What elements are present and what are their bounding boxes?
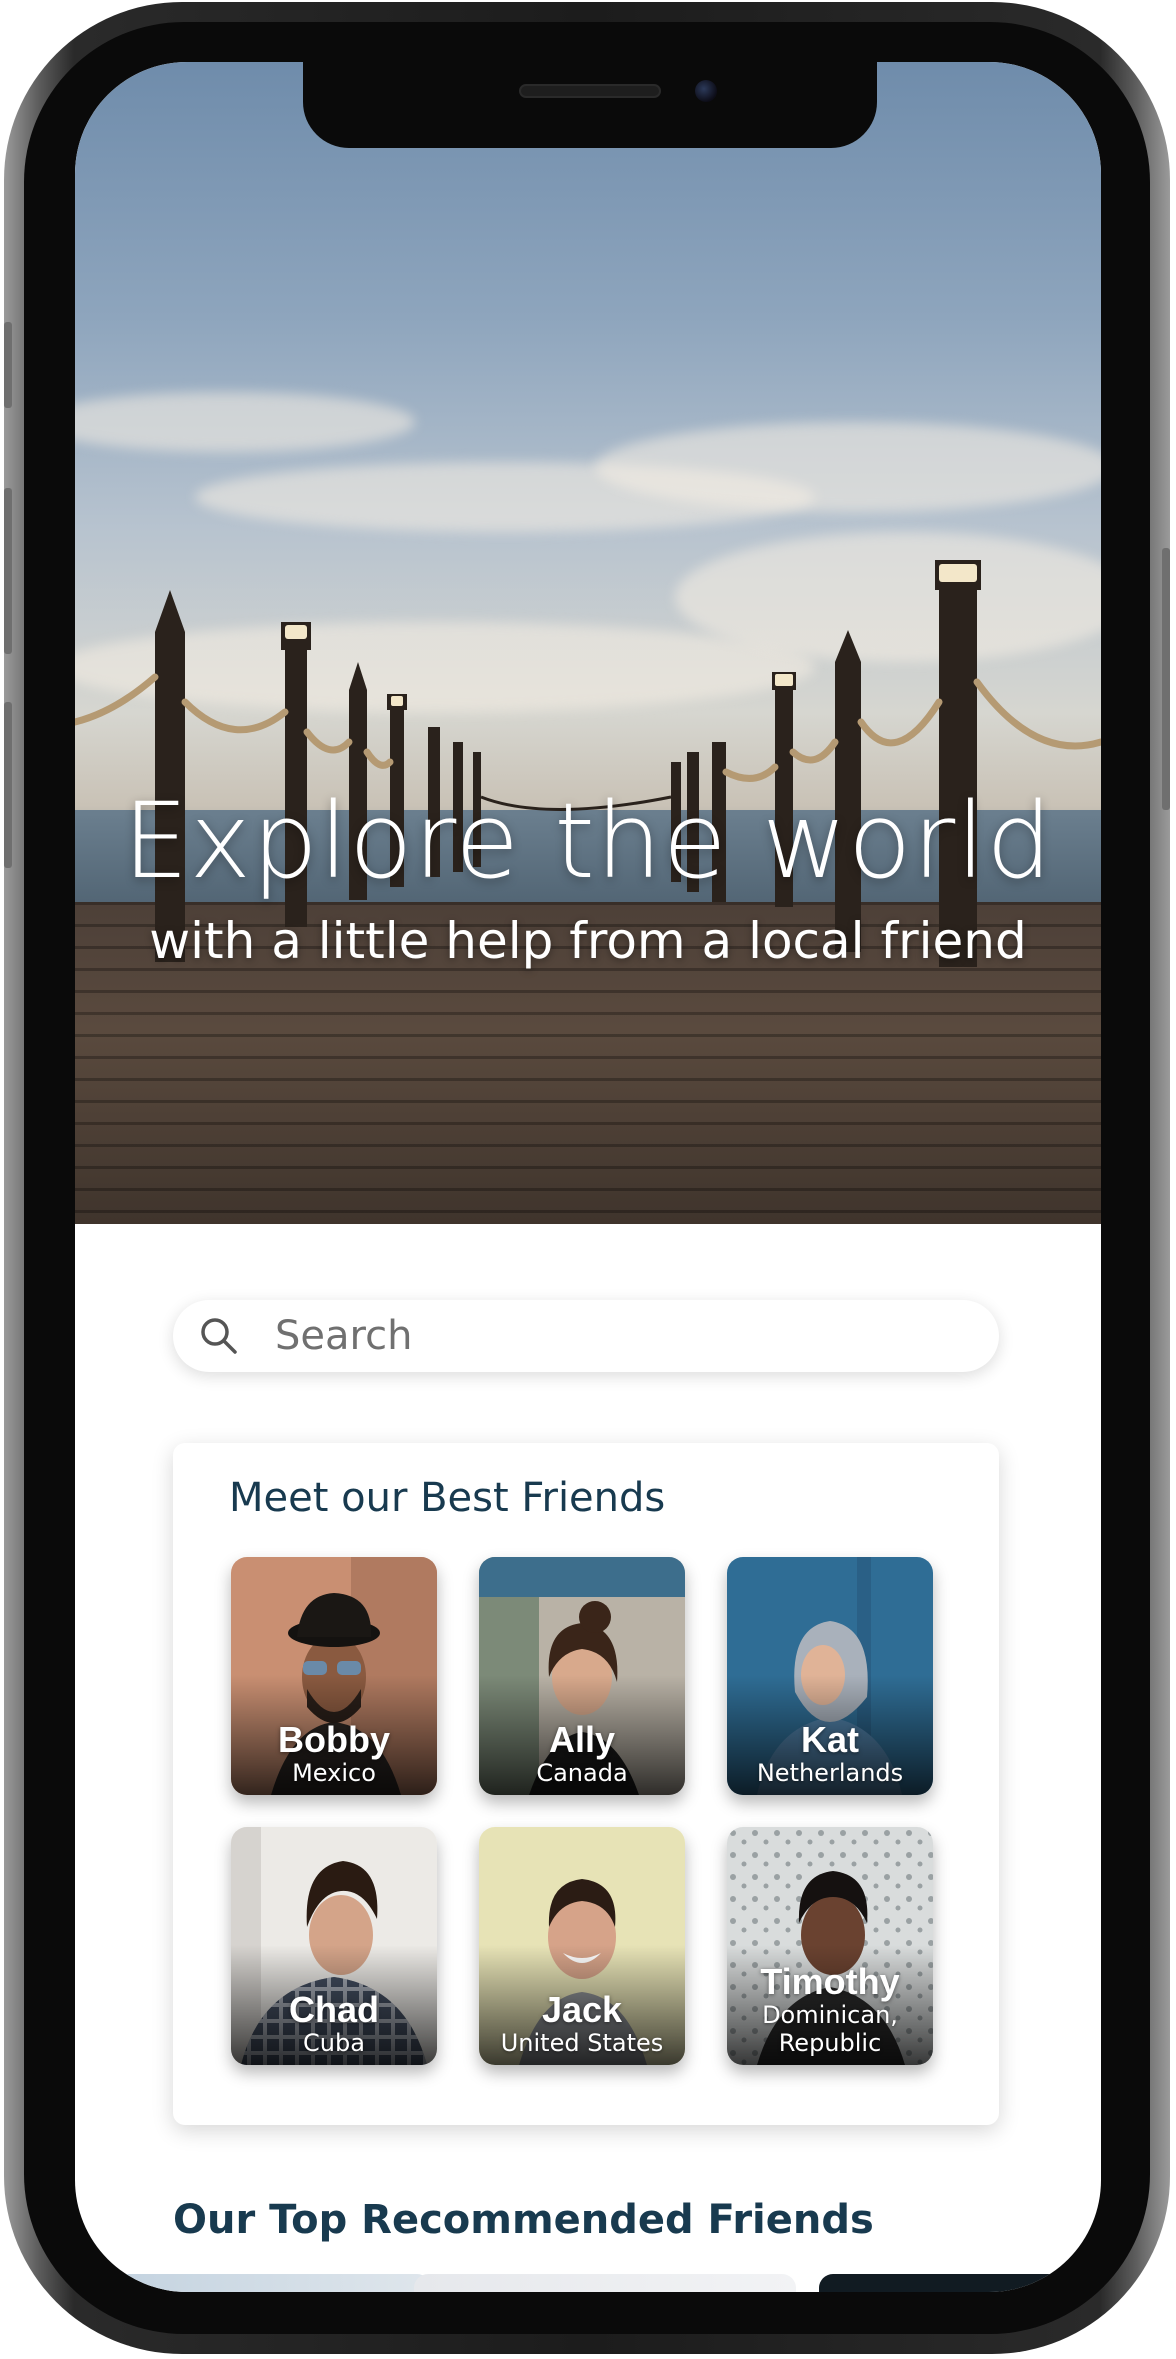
- friend-card-ally[interactable]: Ally Canada: [479, 1557, 685, 1795]
- recommended-card[interactable]: [819, 2274, 1101, 2292]
- search-icon: [201, 1318, 237, 1354]
- recommended-title: Our Top Recommended Friends: [173, 2197, 874, 2243]
- friend-caption: Timothy Dominican, Republic: [727, 1961, 933, 2058]
- friend-country: Cuba: [303, 2029, 365, 2057]
- friend-card-chad[interactable]: Chad Cuba: [231, 1827, 437, 2065]
- recommended-card[interactable]: [414, 2274, 796, 2292]
- friend-caption: Chad Cuba: [231, 1989, 437, 2058]
- friend-caption: Bobby Mexico: [231, 1719, 437, 1788]
- friend-name: Chad: [289, 1989, 379, 2030]
- friend-name: Jack: [541, 1989, 623, 2030]
- power-button: [1162, 548, 1170, 810]
- friend-country: Mexico: [292, 1759, 376, 1787]
- app-screen: Explore the world with a little help fro…: [75, 62, 1101, 2292]
- friend-name: Ally: [548, 1719, 616, 1760]
- hero-banner: Explore the world with a little help fro…: [75, 62, 1101, 1224]
- hero-subtitle: with a little help from a local friend: [149, 912, 1027, 970]
- best-friends-card: Meet our Best Friends Bobby Mexico Ally …: [173, 1443, 999, 2125]
- hero-title: Explore the world: [122, 780, 1054, 902]
- friend-card-jack[interactable]: Jack United States: [479, 1827, 685, 2065]
- friend-name: Timothy: [760, 1961, 900, 2002]
- front-camera: [695, 80, 717, 102]
- search-bar[interactable]: [173, 1300, 999, 1372]
- friend-name: Kat: [800, 1719, 859, 1760]
- speaker-grille: [519, 84, 661, 98]
- friend-country: Netherlands: [756, 1759, 904, 1787]
- friend-country: United States: [500, 2029, 664, 2057]
- search-input[interactable]: [275, 1313, 955, 1359]
- friend-caption: Ally Canada: [479, 1719, 685, 1788]
- volume-up-button: [4, 488, 12, 654]
- friend-caption: Jack United States: [479, 1989, 685, 2058]
- best-friends-title: Meet our Best Friends: [229, 1475, 666, 1521]
- pier-posts-illustration: [75, 560, 1101, 967]
- notch: [303, 62, 877, 148]
- recommended-card[interactable]: [115, 2274, 431, 2292]
- volume-down-button: [4, 702, 12, 868]
- friend-country: Canada: [536, 1759, 628, 1787]
- silent-switch: [4, 322, 12, 408]
- friend-card-kat[interactable]: Kat Netherlands: [727, 1557, 933, 1795]
- friend-country: Dominican, Republic: [762, 2001, 898, 2057]
- friend-name: Bobby: [278, 1719, 390, 1760]
- friend-card-timothy[interactable]: Timothy Dominican, Republic: [727, 1827, 933, 2065]
- friend-card-bobby[interactable]: Bobby Mexico: [231, 1557, 437, 1795]
- friend-caption: Kat Netherlands: [727, 1719, 933, 1788]
